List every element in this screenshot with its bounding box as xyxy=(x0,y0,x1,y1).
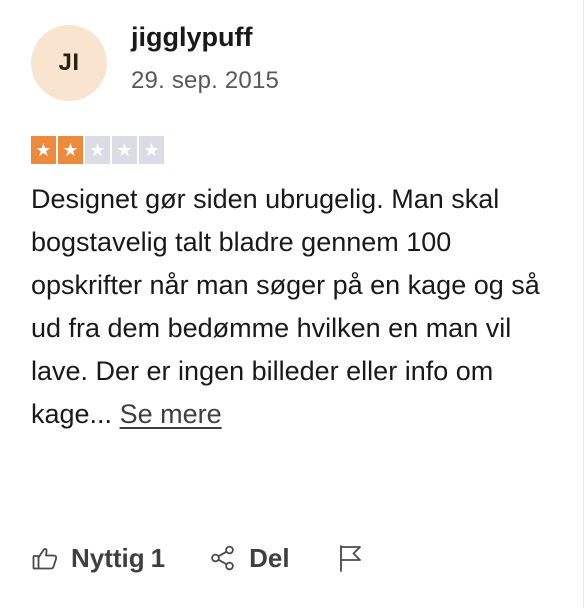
share-button[interactable]: Del xyxy=(209,542,290,574)
flag-icon xyxy=(336,543,364,573)
avatar[interactable]: JI xyxy=(31,25,107,101)
star-empty-icon: ★ xyxy=(112,136,137,164)
helpful-label: Nyttig xyxy=(71,542,145,573)
star-filled-icon: ★ xyxy=(31,136,56,164)
avatar-initials: JI xyxy=(58,49,80,76)
review-text: Designet gør siden ubrugelig. Man skal b… xyxy=(31,184,540,429)
review-actions: Nyttig 1 Del xyxy=(31,536,364,580)
star-empty-icon: ★ xyxy=(139,136,164,164)
review-date: 29. sep. 2015 xyxy=(131,67,280,94)
see-more-link[interactable]: Se mere xyxy=(120,399,222,429)
thumbs-up-icon xyxy=(31,544,71,572)
report-button[interactable] xyxy=(336,543,364,573)
reviewer-name[interactable]: jigglypuff xyxy=(131,22,252,53)
review-body: Designet gør siden ubrugelig. Man skal b… xyxy=(31,178,561,436)
star-filled-icon: ★ xyxy=(58,136,83,164)
helpful-count: 1 xyxy=(150,542,166,573)
share-label: Del xyxy=(249,542,290,573)
star-empty-icon: ★ xyxy=(85,136,110,164)
review-card: JI jigglypuff 29. sep. 2015 ★ ★ ★ ★ ★ De… xyxy=(0,0,584,608)
star-rating: ★ ★ ★ ★ ★ xyxy=(31,136,164,164)
share-icon xyxy=(209,544,249,572)
helpful-button[interactable]: Nyttig 1 xyxy=(31,543,165,574)
